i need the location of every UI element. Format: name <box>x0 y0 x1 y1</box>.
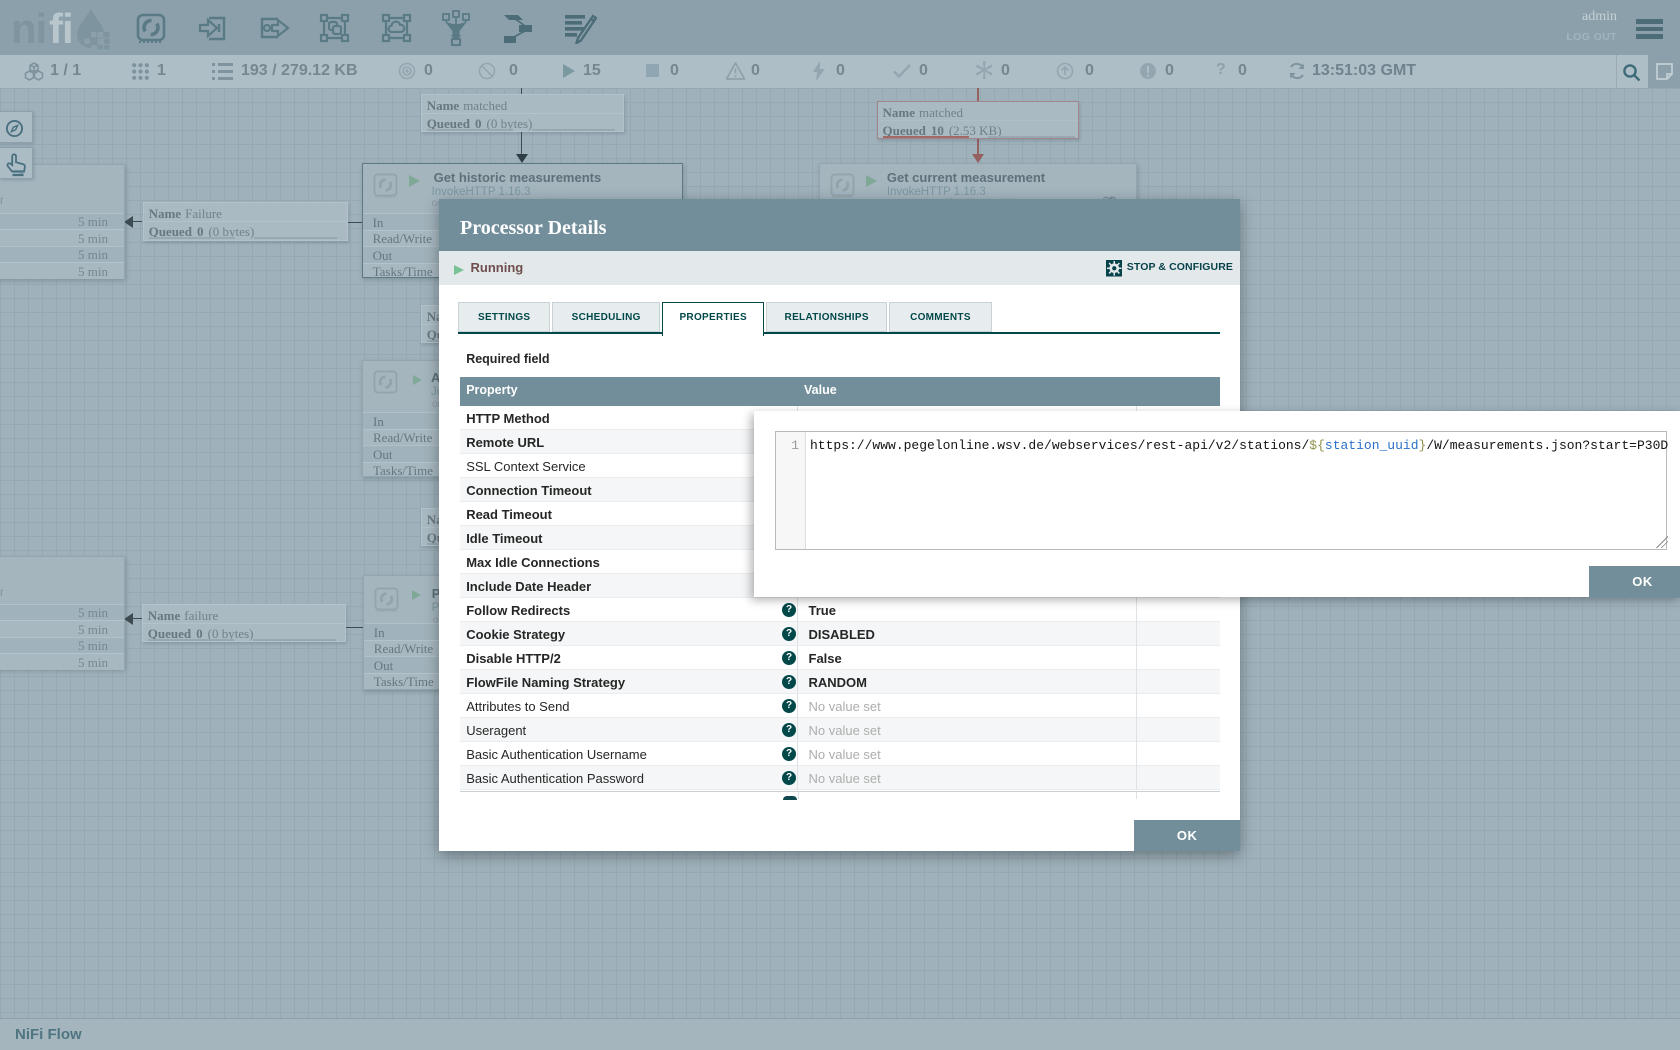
svg-text:ni: ni <box>13 6 46 50</box>
svg-text:fi: fi <box>49 6 73 50</box>
